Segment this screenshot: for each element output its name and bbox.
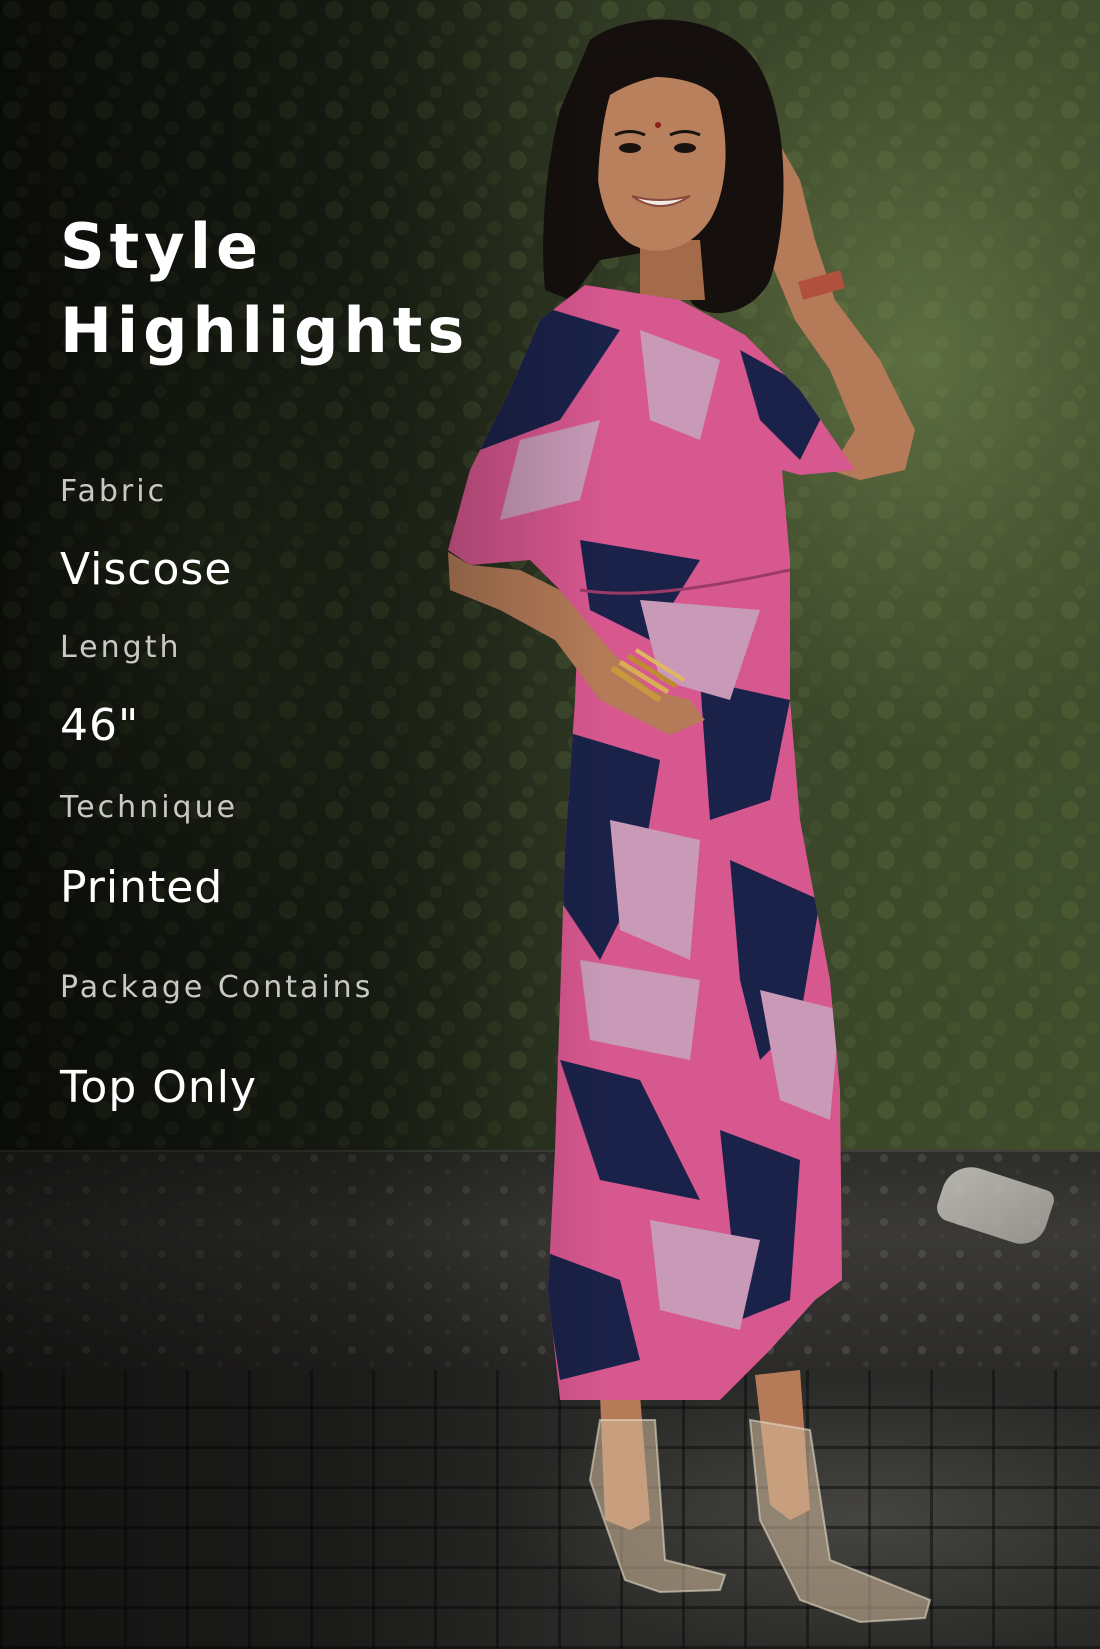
product-banner: Style Highlights Fabric Viscose Length 4… xyxy=(0,0,1100,1649)
spec-label-fabric: Fabric xyxy=(60,474,168,509)
spec-value-package: Top Only xyxy=(60,1062,258,1113)
spec-value-length: 46" xyxy=(60,700,140,751)
spec-label-technique: Technique xyxy=(60,790,239,825)
spec-value-technique: Printed xyxy=(60,862,224,913)
spec-label-package: Package Contains xyxy=(60,970,374,1005)
spec-value-fabric: Viscose xyxy=(60,544,233,595)
spec-label-length: Length xyxy=(60,630,182,665)
page-title: Style Highlights xyxy=(60,210,470,367)
